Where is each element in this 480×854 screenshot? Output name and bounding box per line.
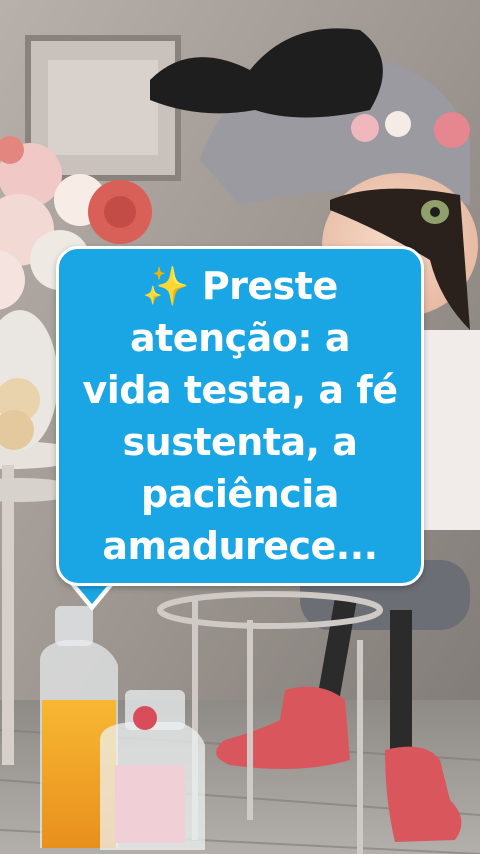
doll-leg-right bbox=[390, 610, 412, 750]
caption-text-container: ✨ Preste atenção: a vida testa, a fé sus… bbox=[81, 260, 399, 572]
table-leg bbox=[2, 465, 14, 765]
caption-text: Preste atenção: a vida testa, a fé suste… bbox=[82, 264, 398, 568]
sparkles-icon: ✨ bbox=[142, 264, 190, 308]
wall-frame-inner bbox=[48, 60, 158, 155]
caption-speech-bubble: ✨ Preste atenção: a vida testa, a fé sus… bbox=[56, 246, 424, 586]
